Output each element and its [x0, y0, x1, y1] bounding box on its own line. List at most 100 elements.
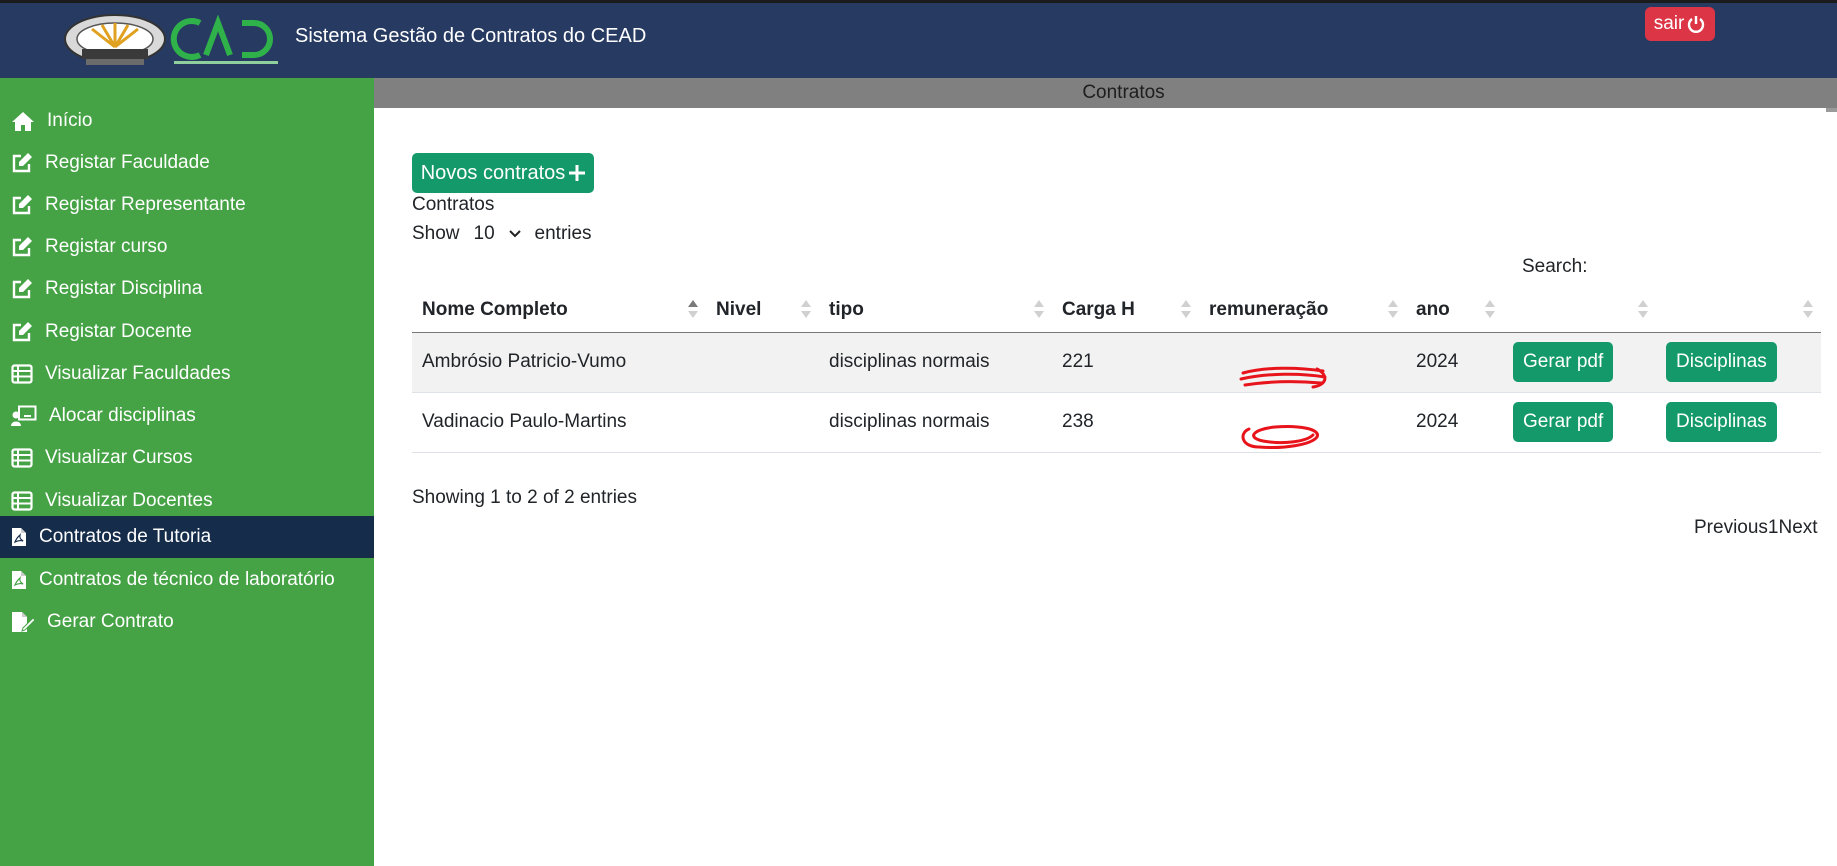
sidebar-item-label: Registar Docente	[45, 321, 192, 342]
app-title: Sistema Gestão de Contratos do CEAD	[295, 25, 647, 47]
sidebar-item-contratos-de-tutoria[interactable]: Contratos de Tutoria	[0, 516, 374, 558]
edit-icon	[12, 195, 32, 215]
cell-gerar-pdf: Gerar pdf	[1503, 332, 1656, 393]
edit-icon	[12, 237, 32, 257]
pagination-next[interactable]: Next	[1779, 517, 1818, 539]
sidebar-item-label: Gerar Contrato	[47, 611, 174, 632]
sidebar-item-alocar-disciplinas[interactable]: Alocar disciplinas	[0, 395, 374, 437]
search-control: Search:	[1522, 252, 1772, 282]
sidebar-item-contratos-tecnico-laboratorio[interactable]: Contratos de técnico de laboratório	[0, 559, 374, 601]
column-header-label: ano	[1416, 298, 1450, 320]
contracts-table: Nome Completo Nivel tipo Carga H remuner…	[412, 288, 1821, 453]
cell-tipo: disciplinas normais	[819, 392, 1052, 453]
sidebar-item-label: Registar Disciplina	[45, 278, 203, 299]
column-header-label: Carga H	[1062, 298, 1135, 320]
column-header-actions-2[interactable]	[1656, 288, 1821, 333]
sidebar-item-label: Contratos de técnico de laboratório	[39, 569, 335, 590]
university-seal-logo	[64, 14, 166, 65]
sort-icon	[1485, 300, 1495, 320]
cell-disciplinas: Disciplinas	[1656, 332, 1821, 393]
generate-pdf-button[interactable]: Gerar pdf	[1513, 342, 1614, 382]
column-header-carga[interactable]: Carga H	[1052, 288, 1199, 333]
power-icon	[1688, 16, 1705, 33]
chalkboard-user-icon	[11, 405, 37, 426]
disciplines-button[interactable]: Disciplinas	[1666, 402, 1777, 442]
sidebar-item-registar-disciplina[interactable]: Registar Disciplina	[0, 268, 374, 310]
new-contracts-label: Novos contratos	[420, 161, 566, 184]
sidebar-item-label: Alocar disciplinas	[49, 405, 196, 426]
entries-label: entries	[534, 223, 592, 244]
cell-gerar-pdf: Gerar pdf	[1503, 392, 1656, 453]
file-pdf-icon	[12, 571, 26, 589]
table-info: Showing 1 to 2 of 2 entries	[412, 487, 637, 508]
sidebar-item-label: Visualizar Faculdades	[45, 363, 231, 384]
file-signature-icon	[12, 612, 35, 632]
column-header-actions-1[interactable]	[1503, 288, 1656, 333]
top-bar: Sistema Gestão de Contratos do CEAD sair	[0, 0, 1837, 78]
cell-carga: 221	[1052, 332, 1199, 393]
sidebar-item-registar-docente[interactable]: Registar Docente	[0, 311, 374, 353]
column-header-nome[interactable]: Nome Completo	[412, 288, 706, 333]
column-header-ano[interactable]: ano	[1406, 288, 1503, 333]
table-caption: Contratos	[412, 194, 495, 215]
cell-remuneracao	[1199, 332, 1406, 393]
table-list-icon	[11, 491, 33, 511]
pagination-previous[interactable]: Previous	[1694, 517, 1768, 539]
sidebar-item-registar-curso[interactable]: Registar curso	[0, 226, 374, 268]
sidebar-item-label: Início	[47, 110, 93, 131]
cell-tipo: disciplinas normais	[819, 332, 1052, 393]
search-label: Search:	[1522, 256, 1588, 277]
redaction-scribble	[1239, 366, 1327, 389]
sidebar-item-registar-representante[interactable]: Registar Representante	[0, 184, 374, 226]
column-header-label: Nivel	[716, 298, 762, 320]
table-row: Vadinacio Paulo-Martins disciplinas norm…	[412, 392, 1821, 453]
generate-pdf-button[interactable]: Gerar pdf	[1513, 402, 1614, 442]
column-header-remuneracao[interactable]: remuneração	[1199, 288, 1406, 333]
column-header-label: Nome Completo	[422, 298, 568, 320]
sort-icon	[1181, 300, 1191, 320]
sidebar: Início Registar Faculdade Registar Repre…	[0, 78, 374, 866]
edit-icon	[12, 322, 32, 342]
table-row: Ambrósio Patricio-Vumo disciplinas norma…	[412, 332, 1821, 393]
chevron-down-icon	[508, 230, 521, 238]
cell-disciplinas: Disciplinas	[1656, 392, 1821, 453]
disciplines-button[interactable]: Disciplinas	[1666, 342, 1777, 382]
sort-ascending-icon	[688, 300, 698, 320]
redaction-scribble	[1241, 425, 1319, 449]
edit-icon	[12, 279, 32, 299]
sidebar-item-registar-faculdade[interactable]: Registar Faculdade	[0, 142, 374, 184]
cell-ano: 2024	[1406, 332, 1503, 393]
cell-nivel	[706, 332, 819, 393]
sort-icon	[801, 300, 811, 320]
edit-icon	[12, 153, 32, 173]
logout-button[interactable]: sair	[1645, 7, 1715, 41]
sidebar-item-visualizar-faculdades[interactable]: Visualizar Faculdades	[0, 353, 374, 395]
cell-nivel	[706, 392, 819, 453]
column-header-tipo[interactable]: tipo	[819, 288, 1052, 333]
plus-icon	[569, 165, 586, 181]
sidebar-item-label: Registar curso	[45, 236, 168, 257]
sidebar-item-label: Visualizar Docentes	[45, 490, 213, 511]
sidebar-item-gerar-contrato[interactable]: Gerar Contrato	[0, 601, 374, 643]
sidebar-item-label: Visualizar Cursos	[45, 447, 193, 468]
column-header-nivel[interactable]: Nivel	[706, 288, 819, 333]
entries-length-value: 10	[473, 223, 495, 244]
sidebar-item-inicio[interactable]: Início	[0, 100, 374, 142]
sidebar-item-visualizar-cursos[interactable]: Visualizar Cursos	[0, 437, 374, 479]
new-contracts-button[interactable]: Novos contratos	[412, 153, 594, 193]
entries-length-control: Show 10 entries	[412, 221, 592, 247]
sidebar-item-label: Contratos de Tutoria	[39, 526, 212, 547]
cell-nome: Ambrósio Patricio-Vumo	[412, 332, 706, 393]
pagination: Previous 1 Next	[1694, 517, 1818, 539]
cell-remuneracao	[1199, 392, 1406, 453]
show-label: Show	[412, 223, 460, 244]
sidebar-item-label: Registar Representante	[45, 194, 246, 215]
file-pdf-icon	[12, 528, 26, 546]
cead-logo	[170, 15, 278, 64]
pagination-page-1[interactable]: 1	[1768, 517, 1779, 539]
cell-ano: 2024	[1406, 392, 1503, 453]
scrollbar-thumb[interactable]	[1826, 108, 1837, 112]
entries-length-select[interactable]: 10	[470, 221, 525, 247]
search-input[interactable]	[1597, 252, 1772, 282]
cell-carga: 238	[1052, 392, 1199, 453]
